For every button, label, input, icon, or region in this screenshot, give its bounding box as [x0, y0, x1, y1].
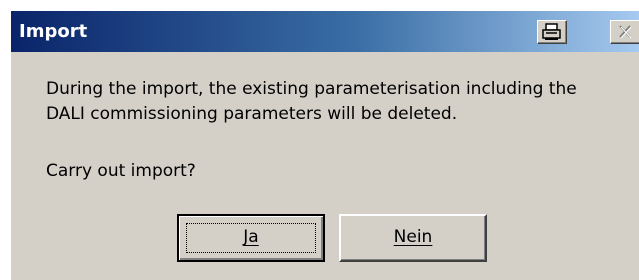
printer-icon: [542, 23, 561, 40]
message-line-1: During the import, the existing paramete…: [46, 79, 577, 99]
yes-button[interactable]: Ja: [177, 214, 325, 262]
dialog-title: Import: [19, 21, 88, 42]
confirm-question: Carry out import?: [46, 161, 196, 181]
print-button[interactable]: [537, 20, 567, 44]
close-icon: [619, 25, 632, 39]
no-button-label: Nein: [393, 227, 433, 247]
no-button[interactable]: Nein: [339, 214, 487, 262]
title-bar[interactable]: Import: [11, 11, 639, 52]
close-button[interactable]: [610, 20, 639, 44]
yes-button-label: Ja: [243, 227, 259, 247]
message-line-2: DALI commissioning parameters will be de…: [46, 104, 458, 124]
import-dialog: Import During the import, the existing p…: [10, 10, 639, 280]
